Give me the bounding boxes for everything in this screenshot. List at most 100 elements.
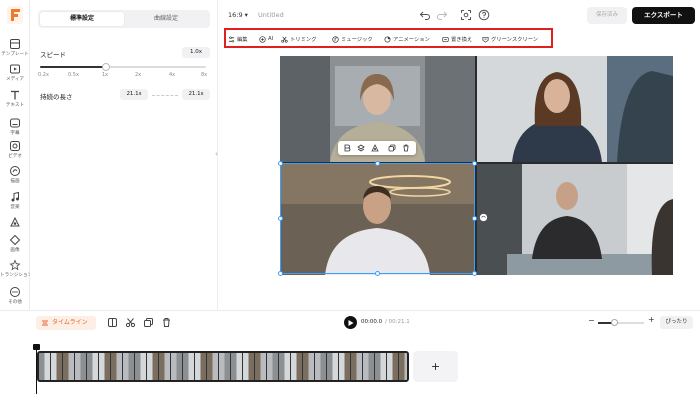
image-icon: [9, 234, 21, 246]
more-icon: [10, 287, 20, 297]
aspect-ratio-select[interactable]: 16:9 ▾: [228, 11, 248, 19]
tool-label: 編集: [237, 37, 248, 43]
mask-icon[interactable]: [371, 144, 379, 152]
rail-item-template[interactable]: テンプレート: [0, 38, 30, 57]
resize-handle[interactable]: [472, 161, 477, 166]
rail-item-label: 音楽: [10, 205, 20, 210]
duration-to-field[interactable]: 21.1s: [182, 89, 210, 100]
resize-handle[interactable]: [375, 271, 380, 276]
tool-label: 置き換え: [451, 37, 473, 43]
tool-label: アニメーション: [393, 37, 430, 43]
speed-label: スピード: [40, 51, 66, 59]
clip-thumbnail-frame: [375, 353, 387, 380]
duration-from-field[interactable]: 21.1s: [120, 89, 148, 100]
rail-item-element[interactable]: [0, 216, 30, 228]
video-clip[interactable]: [37, 351, 409, 382]
app-logo-icon[interactable]: [7, 6, 23, 24]
clip-thumbnail-frame: [315, 353, 327, 380]
resize-handle[interactable]: [278, 216, 283, 221]
tool-animation-button[interactable]: アニメーション: [384, 34, 430, 44]
rail-item-label: 描画: [10, 179, 20, 184]
resize-handle[interactable]: [278, 161, 283, 166]
speed-slider-thumb[interactable]: [102, 63, 111, 71]
redo-icon[interactable]: [436, 9, 448, 21]
total-time: / 00:21.1: [385, 319, 410, 325]
play-button[interactable]: [344, 316, 357, 329]
resize-handle[interactable]: [278, 271, 283, 276]
split-icon[interactable]: [107, 317, 118, 328]
export-button[interactable]: エクスポート: [632, 7, 695, 24]
tab-standard-settings[interactable]: 標準設定: [40, 12, 124, 26]
copy-icon[interactable]: [143, 317, 154, 328]
resize-handle[interactable]: [472, 216, 477, 221]
rail-item-image[interactable]: 画像: [0, 234, 30, 253]
video-tile-2[interactable]: [477, 56, 673, 162]
rail-item-transition[interactable]: トランジション: [0, 259, 32, 278]
clip-thumbnail-frame: [279, 353, 291, 380]
draw-icon: [10, 166, 20, 176]
tab-curve-settings[interactable]: 曲線設定: [124, 12, 208, 26]
help-icon[interactable]: [478, 9, 490, 21]
rail-item-video[interactable]: ビデオ: [0, 140, 30, 159]
clip-edit-toolbar: 編集 AI トリミング ミュージック アニメーション 置き換え グリーンスクリー…: [224, 28, 553, 48]
speed-tick: 0.5x: [68, 72, 79, 78]
resize-handle[interactable]: [375, 161, 380, 166]
rail-item-subtitle[interactable]: 字幕: [0, 117, 30, 136]
green-screen-icon: [482, 36, 489, 43]
resize-handle[interactable]: [472, 271, 477, 276]
cut-scissors-icon[interactable]: [125, 317, 136, 328]
tool-green-screen-button[interactable]: グリーンスクリーン: [482, 34, 538, 44]
rail-item-text[interactable]: テキスト: [0, 89, 30, 108]
clip-thumbnail-frame: [183, 353, 195, 380]
duration-label: 持続の長さ: [40, 93, 73, 101]
clip-thumbnail-frame: [363, 353, 375, 380]
settings-mode-tabs: 標準設定 曲線設定: [38, 10, 210, 28]
tool-ai-button[interactable]: AI: [259, 34, 273, 44]
bold-icon[interactable]: [343, 144, 351, 152]
tool-trim-button[interactable]: トリミング: [281, 34, 317, 44]
layers-icon[interactable]: [357, 144, 365, 152]
rail-item-draw[interactable]: 描画: [0, 165, 30, 184]
speed-tick: 1x: [102, 72, 109, 78]
element-icon: [10, 216, 20, 227]
tool-replace-button[interactable]: 置き換え: [442, 34, 472, 44]
tool-music-button[interactable]: ミュージック: [332, 34, 373, 44]
clip-thumbnail-frame: [51, 353, 63, 380]
timeline-toggle-label: タイムライン: [52, 319, 88, 326]
fit-timeline-button[interactable]: ぴったり: [660, 316, 693, 329]
zoom-slider-thumb[interactable]: [610, 319, 618, 326]
undo-icon[interactable]: [419, 9, 431, 21]
replace-icon: [442, 36, 449, 42]
clip-thumbnail-frame: [255, 353, 267, 380]
clip-thumbnail-frame: [63, 353, 75, 380]
speed-slider[interactable]: [40, 63, 206, 71]
saved-status-button[interactable]: 保存済み: [587, 7, 627, 24]
tool-label: AI: [268, 36, 274, 42]
collapse-panel-chevron-icon[interactable]: ‹: [215, 150, 222, 164]
screenshot-icon[interactable]: [460, 9, 472, 21]
clip-thumbnail-frame: [351, 353, 363, 380]
delete-icon[interactable]: [161, 317, 172, 328]
speed-slider-fill: [40, 66, 107, 68]
zoom-in-button[interactable]: +: [648, 315, 655, 324]
tool-label: トリミング: [290, 37, 317, 43]
rail-item-music[interactable]: 音楽: [0, 191, 30, 210]
project-title[interactable]: Untitled: [258, 11, 284, 19]
speed-value-field[interactable]: 1.0x: [182, 47, 210, 58]
zoom-out-button[interactable]: −: [588, 316, 595, 325]
rail-item-media[interactable]: メディア: [0, 63, 30, 82]
trash-icon[interactable]: [402, 144, 410, 152]
speed-tick: 2x: [135, 72, 142, 78]
clip-thumbnail-frame: [195, 353, 207, 380]
timeline-zoom-slider[interactable]: [598, 319, 644, 326]
add-clip-button[interactable]: +: [413, 351, 458, 382]
duplicate-icon[interactable]: [388, 144, 396, 152]
selected-clip-frame[interactable]: [278, 161, 477, 276]
clip-thumbnail-frame: [207, 353, 219, 380]
rotate-handle-icon[interactable]: [479, 213, 488, 222]
tool-edit-button[interactable]: 編集: [228, 34, 248, 44]
timeline-toggle-button[interactable]: タイムライン: [36, 316, 96, 330]
rail-item-more[interactable]: その他: [0, 286, 30, 305]
subtitle-icon: [10, 118, 20, 128]
video-tile-4[interactable]: [477, 164, 673, 275]
